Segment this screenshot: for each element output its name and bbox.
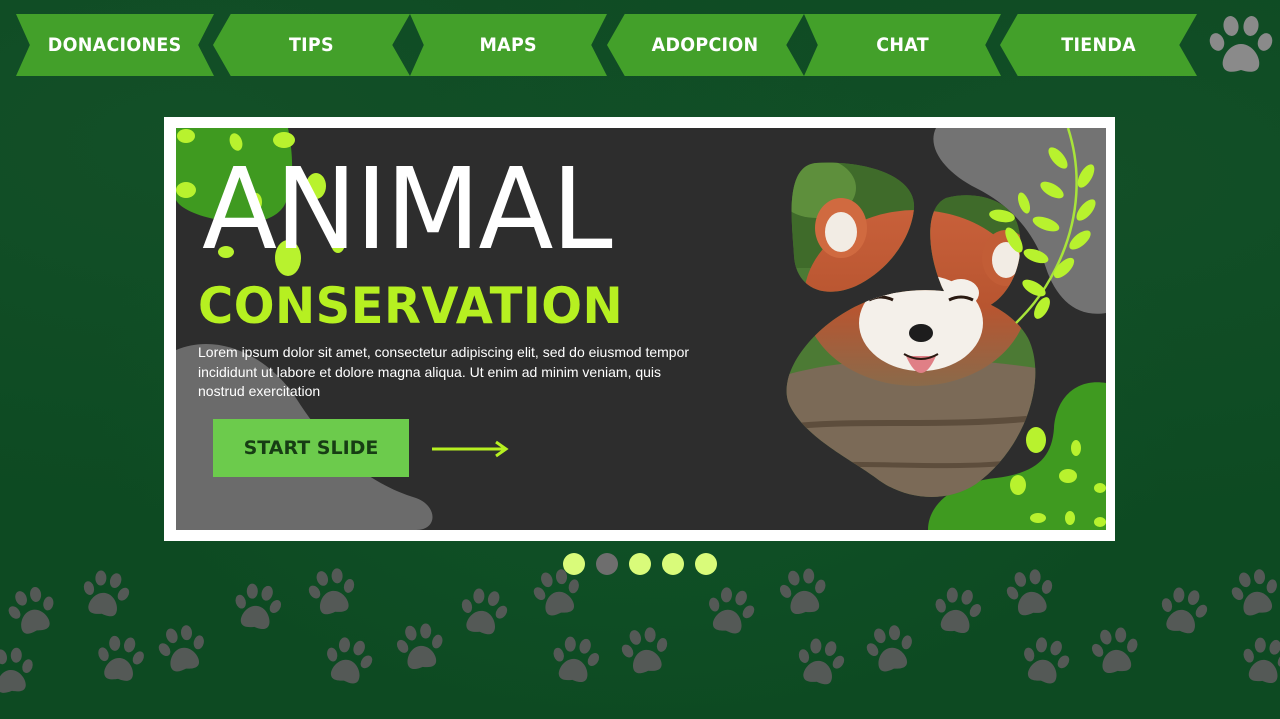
paw-print [775,565,832,617]
paw-print [1016,633,1075,687]
paw-print [701,583,760,637]
paw-print [77,566,135,620]
paw-print [303,564,361,618]
paw-print [1001,565,1059,619]
paw-print [0,645,38,695]
nav-item-tienda[interactable]: TIENDA [1000,14,1197,76]
paw-print [1226,565,1280,619]
nav-item-chat[interactable]: CHAT [804,14,1001,76]
red-panda-photo [786,162,1036,497]
paw-print [2,582,62,638]
nav-item-maps[interactable]: MAPS [410,14,607,76]
paw-print [1087,624,1144,676]
paw-print [319,633,378,687]
arrow-right-icon [432,440,509,458]
paw-icon[interactable] [1207,14,1275,78]
paw-print [93,633,148,683]
paw-print [1155,583,1213,637]
nav-item-tips[interactable]: TIPS [213,14,410,76]
banner-subtitle: CONSERVATION [198,277,624,335]
nav-item-adopcion[interactable]: ADOPCION [607,14,804,76]
banner-description: Lorem ipsum dolor sit amet, consectetur … [198,344,690,399]
paw-print [528,565,587,619]
paw-print [861,621,920,675]
paw-print [792,634,850,688]
hero-banner: ANIMAL CONSERVATION Lorem ipsum dolor si… [176,128,1106,530]
paw-print [547,633,604,685]
paw-print-pattern [0,564,1280,695]
main-nav: DONACIONES TIPS MAPS ADOPCION CHAT TIEND… [0,14,1280,76]
paw-print [929,584,986,636]
paw-print [1237,634,1280,686]
paw-print [229,580,286,632]
paw-print [392,620,449,672]
paw-print [455,584,513,638]
paw-print [616,623,674,677]
nav-item-donaciones[interactable]: DONACIONES [16,14,214,76]
paw-print [153,621,212,675]
start-slide-button[interactable]: START SLIDE [213,419,409,477]
banner-title: ANIMAL [202,145,613,275]
